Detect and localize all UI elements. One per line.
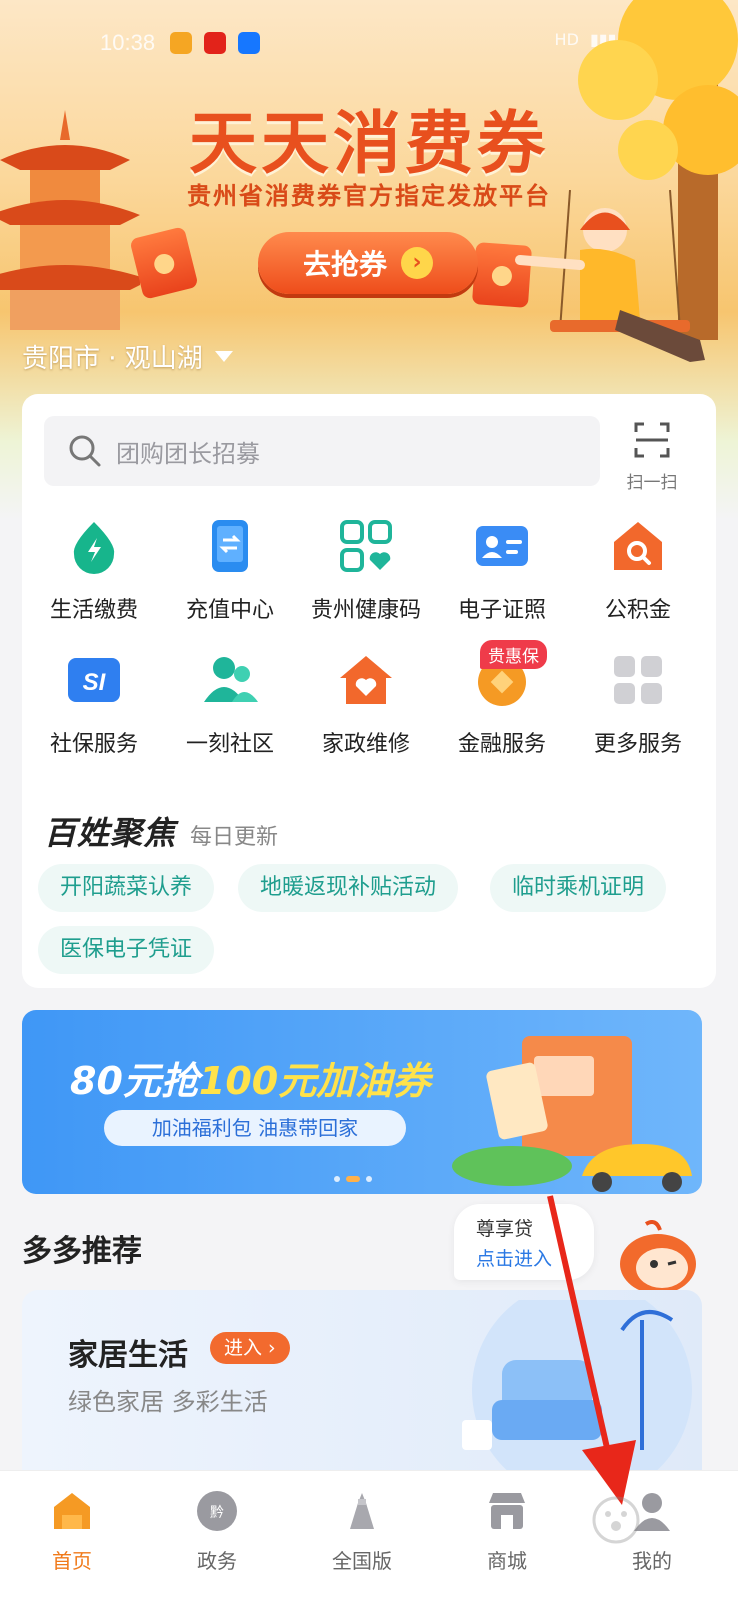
banner-title-part1: 80元抢 xyxy=(70,1059,199,1103)
gov-icon: 黔 xyxy=(197,1491,237,1531)
location-selector[interactable]: 贵阳市 · 观山湖 xyxy=(22,338,233,375)
watermark-logo-icon xyxy=(592,1496,640,1544)
home-card-title: 家居生活 xyxy=(68,1338,188,1373)
focus-chip[interactable]: 开阳蔬菜认养 xyxy=(38,864,215,912)
carousel-dot xyxy=(366,1176,372,1182)
chevron-right-icon: › xyxy=(401,247,433,279)
tab-home[interactable]: 首页 xyxy=(12,1489,132,1574)
service-utility-payment[interactable]: 生活缴费 xyxy=(26,518,162,624)
service-e-license[interactable]: 电子证照 xyxy=(434,518,570,624)
svg-text:黔: 黔 xyxy=(210,1505,224,1521)
recommend-title: 多多推荐 xyxy=(22,1234,142,1269)
service-housing-fund[interactable]: 公积金 xyxy=(570,518,706,624)
service-social-security[interactable]: SI 社保服务 xyxy=(26,652,162,758)
service-label: 公积金 xyxy=(604,598,671,623)
service-health-code[interactable]: 贵州健康码 xyxy=(298,518,434,624)
service-label: 贵州健康码 xyxy=(310,598,421,623)
national-icon xyxy=(350,1493,374,1529)
more-grid-icon xyxy=(614,656,662,704)
caret-down-icon xyxy=(214,351,233,362)
scan-icon xyxy=(634,422,670,458)
tab-label: 政务 xyxy=(197,1549,237,1573)
svg-text:SI: SI xyxy=(83,669,107,696)
search-bar[interactable]: 团购团长招募 xyxy=(44,416,600,486)
tab-label: 商城 xyxy=(487,1549,527,1573)
home-living-card[interactable]: 家居生活 进入 › 绿色家居 多彩生活 xyxy=(22,1290,702,1490)
girl-on-swing-illustration xyxy=(515,190,705,362)
phone-recharge-icon xyxy=(212,520,248,572)
services-card: 团购团长招募 扫一扫 生活缴费 充值中心 贵州健康码 电子证照 公积金 SI 社… xyxy=(22,394,716,988)
community-people-icon xyxy=(204,657,258,702)
service-label: 充值中心 xyxy=(185,598,274,623)
home-heart-icon xyxy=(340,656,392,704)
banner-title: 80元抢100元加油券 xyxy=(70,1050,430,1105)
service-label: 生活缴费 xyxy=(49,598,138,623)
enter-button[interactable]: 进入 › xyxy=(210,1332,290,1364)
service-more[interactable]: 更多服务 xyxy=(570,652,706,758)
bolt-drop-icon xyxy=(73,522,115,574)
service-recharge[interactable]: 充值中心 xyxy=(162,518,298,624)
carousel-indicator xyxy=(334,1176,372,1182)
service-housekeeping[interactable]: 家政维修 xyxy=(298,652,434,758)
search-placeholder: 团购团长招募 xyxy=(116,439,260,468)
focus-chip[interactable]: 临时乘机证明 xyxy=(490,864,667,912)
sofa-illustration xyxy=(462,1300,692,1490)
home-card-subtitle: 绿色家居 多彩生活 xyxy=(68,1388,268,1416)
carousel-dot xyxy=(334,1176,340,1182)
loan-bubble[interactable]: 尊享贷 点击进入 xyxy=(454,1204,594,1280)
banner-title-part2: 100元加油券 xyxy=(198,1059,431,1103)
service-label: 更多服务 xyxy=(593,732,682,757)
focus-title: 百姓聚焦 xyxy=(44,814,177,852)
tab-shop[interactable]: 商城 xyxy=(447,1489,567,1574)
mascot-icon[interactable] xyxy=(616,1220,700,1296)
status-time: 10:38 xyxy=(100,30,156,55)
social-security-icon: SI xyxy=(68,658,120,702)
service-community[interactable]: 一刻社区 xyxy=(162,652,298,758)
fuel-coupon-banner[interactable]: 80元抢100元加油券 加油福利包 油惠带回家 xyxy=(22,1010,702,1194)
service-finance[interactable]: 贵惠保 金融服务 xyxy=(434,640,570,758)
id-card-icon xyxy=(476,526,528,566)
service-label: 社保服务 xyxy=(49,732,138,757)
service-label: 家政维修 xyxy=(321,732,410,757)
tab-label: 首页 xyxy=(52,1549,92,1573)
loan-action: 点击进入 xyxy=(476,1248,553,1270)
location-label: 贵阳市 · 观山湖 xyxy=(22,344,203,374)
health-code-icon xyxy=(340,520,392,572)
grab-coupon-button[interactable]: 去抢券 › xyxy=(258,232,478,294)
home-icon xyxy=(54,1493,90,1529)
notification-app-icon xyxy=(204,32,226,54)
focus-chip[interactable]: 地暖返现补贴活动 xyxy=(238,864,459,912)
service-label: 一刻社区 xyxy=(185,732,274,757)
gas-station-illustration xyxy=(452,1036,692,1192)
focus-chip[interactable]: 医保电子凭证 xyxy=(38,926,215,974)
loan-title: 尊享贷 xyxy=(476,1218,534,1240)
notification-app-icon xyxy=(170,32,192,54)
grab-coupon-label: 去抢券 xyxy=(302,248,387,281)
tab-national[interactable]: 全国版 xyxy=(302,1489,422,1574)
finance-badge: 贵惠保 xyxy=(480,640,547,669)
search-icon xyxy=(69,435,101,467)
shop-icon xyxy=(489,1493,525,1529)
service-label: 金融服务 xyxy=(457,732,546,757)
alipay-notification-icon xyxy=(238,32,260,54)
service-label: 电子证照 xyxy=(457,598,546,623)
tab-government[interactable]: 黔 政务 xyxy=(157,1489,277,1574)
focus-subtitle: 每日更新 xyxy=(190,825,279,850)
banner-pill: 加油福利包 油惠带回家 xyxy=(104,1110,406,1146)
focus-header: 百姓聚焦 每日更新 xyxy=(44,808,278,854)
scan-label: 扫一扫 xyxy=(626,473,678,493)
scan-button[interactable]: 扫一扫 xyxy=(620,420,684,493)
carousel-dot-active xyxy=(346,1176,360,1182)
tab-label: 全国版 xyxy=(332,1549,392,1573)
hero-title: 天天消费券 xyxy=(188,105,549,184)
house-search-icon xyxy=(614,522,662,570)
